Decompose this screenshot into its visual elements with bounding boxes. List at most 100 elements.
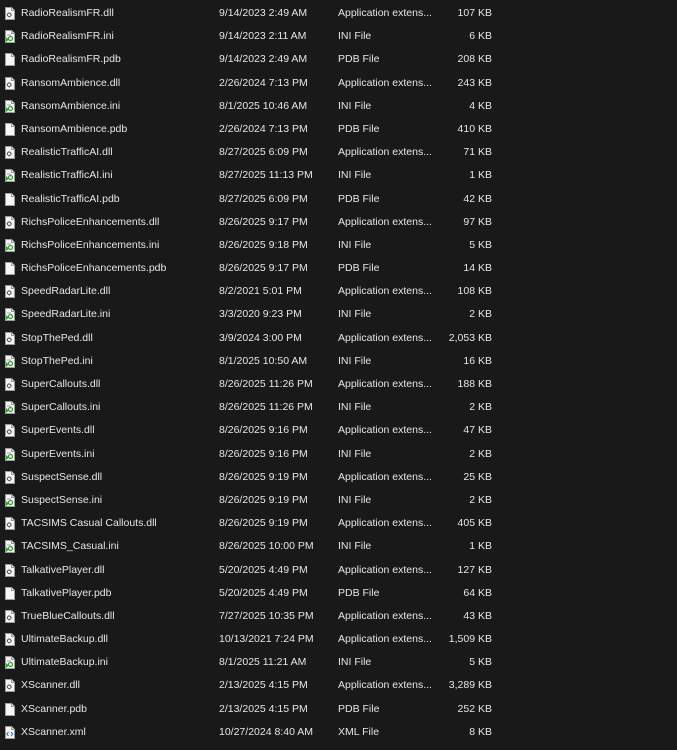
file-name: RansomAmbience.dll xyxy=(21,76,121,89)
dll-file-icon xyxy=(5,378,15,391)
date-modified: 9/14/2023 2:49 AM xyxy=(219,53,308,66)
date-modified: 5/20/2025 4:49 PM xyxy=(219,586,308,599)
date-modified: 2/26/2024 7:13 PM xyxy=(219,122,308,135)
file-name: RichsPoliceEnhancements.pdb xyxy=(21,262,167,275)
file-size: 42 KB xyxy=(463,192,492,205)
file-row[interactable]: TACSIMS_Casual.ini 8/26/2025 10:00 PM INI … xyxy=(0,535,677,558)
ini-file-icon xyxy=(5,99,15,113)
file-name: XScanner.dll xyxy=(21,679,80,692)
file-row[interactable]: RadioRealismFR.pdb 9/14/2023 2:49 AM PDB F… xyxy=(0,48,677,71)
ini-file-icon xyxy=(5,656,15,670)
date-modified: 8/26/2025 9:16 PM xyxy=(219,447,308,460)
file-size: 1 KB xyxy=(469,540,492,553)
dll-file-icon xyxy=(5,215,15,229)
file-size: 14 KB xyxy=(463,262,492,275)
file-row[interactable]: RealisticTrafficAI.pdb 8/27/2025 6:09 PM P… xyxy=(0,188,677,211)
ini-file-icon xyxy=(5,447,15,461)
file-name: RadioRealismFR.pdb xyxy=(21,53,121,66)
file-row[interactable]: RansomAmbience.pdb 2/26/2024 7:13 PM PDB F… xyxy=(0,118,677,141)
file-type: XML File xyxy=(338,725,380,738)
file-name: RansomAmbience.pdb xyxy=(21,122,128,135)
file-row[interactable]: SpeedRadarLite.ini 3/3/2020 9:23 PM INI Fi… xyxy=(0,303,677,326)
file-row[interactable]: SuspectSense.ini 8/26/2025 9:19 PM INI Fil… xyxy=(0,489,677,512)
dll-file-icon xyxy=(5,633,15,647)
file-name: RealisticTrafficAI.ini xyxy=(21,169,113,182)
file-row[interactable]: StopThePed.ini 8/1/2025 10:50 AM INI File 1… xyxy=(0,350,677,373)
file-type: INI File xyxy=(338,238,372,251)
file-name: TrueBlueCallouts.dll xyxy=(21,609,115,622)
file-size: 43 KB xyxy=(463,609,492,622)
file-row[interactable]: UltimateBackup.ini 8/1/2025 11:21 AM INI F… xyxy=(0,651,677,674)
date-modified: 8/26/2025 9:17 PM xyxy=(219,215,308,228)
file-name: SpeedRadarLite.dll xyxy=(21,285,111,298)
file-row[interactable]: TACSIMS Casual Callouts.dll 8/26/2025 9:1… xyxy=(0,512,677,535)
file-row[interactable]: RealisticTrafficAI.dll 8/27/2025 6:09 PM A… xyxy=(0,141,677,164)
file-size: 71 KB xyxy=(463,146,492,159)
file-row[interactable]: RealisticTrafficAI.ini 8/27/2025 11:13 PM… xyxy=(0,164,677,187)
file-size: 6 KB xyxy=(469,30,492,43)
date-modified: 2/13/2025 4:15 PM xyxy=(219,679,308,692)
file-size: 127 KB xyxy=(457,563,492,576)
file-row[interactable]: TalkativePlayer.dll 5/20/2025 4:49 PM Appl… xyxy=(0,559,677,582)
file-size: 1 KB xyxy=(469,169,492,182)
file-row[interactable]: RadioRealismFR.dll 9/14/2023 2:49 AM Appli… xyxy=(0,2,677,25)
file-row[interactable]: XScanner.dll 2/13/2025 4:15 PM Application… xyxy=(0,674,677,697)
file-type: Application extens... xyxy=(338,424,432,437)
date-modified: 8/26/2025 9:16 PM xyxy=(219,424,308,437)
file-type: Application extens... xyxy=(338,76,432,89)
date-modified: 8/2/2021 5:01 PM xyxy=(219,285,302,298)
date-modified: 9/14/2023 2:49 AM xyxy=(219,7,308,19)
file-row[interactable]: SuperCallouts.dll 8/26/2025 11:26 PM Appli… xyxy=(0,373,677,396)
file-row[interactable]: SuperCallouts.ini 8/26/2025 11:26 PM INI F… xyxy=(0,396,677,419)
dll-file-icon xyxy=(5,470,15,484)
file-size: 5 KB xyxy=(469,238,492,251)
file-row[interactable]: SpeedRadarLite.dll 8/2/2021 5:01 PM Applic… xyxy=(0,280,677,303)
file-name: UltimateBackup.dll xyxy=(21,633,108,646)
file-type: INI File xyxy=(338,540,372,553)
file-row[interactable]: RichsPoliceEnhancements.pdb 8/26/2025 9:1… xyxy=(0,257,677,280)
file-type: Application extens... xyxy=(338,633,432,646)
file-row[interactable]: XScanner.pdb 2/13/2025 4:15 PM PDB File 252… xyxy=(0,698,677,721)
file-row[interactable]: SuperEvents.dll 8/26/2025 9:16 PM Applicat… xyxy=(0,419,677,442)
ini-file-icon xyxy=(5,354,15,368)
dll-file-icon xyxy=(5,517,15,531)
file-row[interactable]: RichsPoliceEnhancements.ini 8/26/2025 9:1… xyxy=(0,234,677,257)
date-modified: 8/26/2025 11:26 PM xyxy=(219,401,313,414)
dll-file-icon xyxy=(5,285,15,299)
file-size: 243 KB xyxy=(457,76,492,89)
file-row[interactable]: TalkativePlayer.pdb 5/20/2025 4:49 PM PDB … xyxy=(0,582,677,605)
file-row[interactable]: RichsPoliceEnhancements.dll 8/26/2025 9:1… xyxy=(0,211,677,234)
file-row[interactable]: RansomAmbience.dll 2/26/2024 7:13 PM Appli… xyxy=(0,72,677,95)
file-type: PDB File xyxy=(338,702,380,715)
file-size: 2 KB xyxy=(469,447,492,460)
file-row[interactable]: SuperEvents.ini 8/26/2025 9:16 PM INI File… xyxy=(0,443,677,466)
file-row[interactable]: StopThePed.dll 3/9/2024 3:00 PM Applicatio… xyxy=(0,327,677,350)
file-type: INI File xyxy=(338,308,372,321)
ini-file-icon xyxy=(5,169,15,183)
file-type: PDB File xyxy=(338,262,380,275)
file-name: UltimateBackup.ini xyxy=(21,656,108,669)
file-size: 1,509 KB xyxy=(448,633,492,646)
file-size: 8 KB xyxy=(469,725,492,738)
file-type: PDB File xyxy=(338,586,380,599)
date-modified: 2/13/2025 4:15 PM xyxy=(219,702,308,715)
file-row[interactable]: RadioRealismFR.ini 9/14/2023 2:11 AM INI F… xyxy=(0,25,677,48)
file-size: 2 KB xyxy=(469,493,492,506)
file-row[interactable]: RansomAmbience.ini 8/1/2025 10:46 AM INI F… xyxy=(0,95,677,118)
file-row[interactable]: SuspectSense.dll 8/26/2025 9:19 PM Applica… xyxy=(0,466,677,489)
blank-file-icon xyxy=(5,586,15,600)
file-row[interactable]: XScanner.xml 10/27/2024 8:40 AM XML File 8 … xyxy=(0,721,677,744)
date-modified: 3/3/2020 9:23 PM xyxy=(219,308,302,321)
file-row[interactable]: TrueBlueCallouts.dll 7/27/2025 10:35 PM Ap… xyxy=(0,605,677,628)
file-row[interactable]: UltimateBackup.dll 10/13/2021 7:24 PM Appl… xyxy=(0,628,677,651)
dll-file-icon xyxy=(5,146,15,160)
file-size: 252 KB xyxy=(457,702,492,715)
file-name: SuperEvents.ini xyxy=(21,447,95,460)
file-size: 4 KB xyxy=(469,99,492,112)
date-modified: 7/27/2025 10:35 PM xyxy=(219,609,314,622)
ini-file-icon xyxy=(5,238,15,252)
blank-file-icon xyxy=(5,53,15,67)
file-type: Application extens... xyxy=(338,470,432,483)
file-size: 47 KB xyxy=(463,424,492,437)
file-name: XScanner.pdb xyxy=(21,702,87,715)
